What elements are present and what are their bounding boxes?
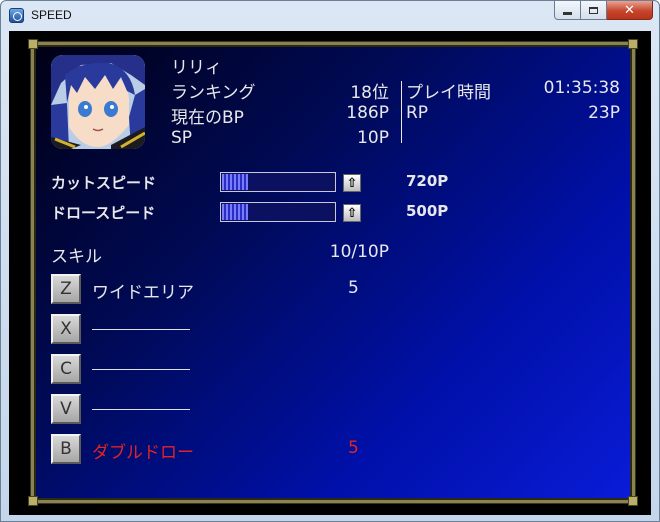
stat-label-draw-speed: ドロースピード [51,204,156,222]
skill-empty-slot-v [92,409,190,410]
skill-key-v[interactable]: V [51,394,81,424]
stat-label-cut-speed: カットスピード [51,174,157,192]
skills-header: スキル [51,247,102,267]
rp-label: RP [406,103,429,123]
ranking-value: 18位 [350,83,389,103]
up-arrow-icon: ⇧ [346,205,358,221]
frame-corner [628,496,638,506]
character-portrait-image [51,55,145,149]
skill-key-z[interactable]: Z [51,274,81,304]
up-arrow-icon: ⇧ [346,175,358,191]
app-icon [9,8,24,23]
game-window: SPEED ✕ リリィ ランキング 18位 現在のBP 186P SP 10P … [0,0,660,522]
caption-buttons: ✕ [554,1,653,21]
skills-capacity: 10/10P [329,242,389,262]
frame-corner [28,496,38,506]
skill-name-b: ダブルドロー [92,443,194,463]
skill-cost-b: 5 [348,438,359,458]
draw-speed-gauge [220,202,336,222]
cut-speed-gauge-fill [222,174,248,190]
status-panel: リリィ ランキング 18位 現在のBP 186P SP 10P プレイ時間 01… [28,39,638,506]
draw-speed-upgrade-button[interactable]: ⇧ [343,204,361,222]
skill-empty-slot-c [92,369,190,370]
bp-label: 現在のBP [171,108,244,128]
sp-value: 10P [357,128,389,148]
cut-speed-gauge [220,172,336,192]
bp-value: 186P [346,103,389,123]
sp-label: SP [171,128,193,148]
skill-key-x[interactable]: X [51,314,81,344]
close-icon: ✕ [624,2,635,18]
character-portrait [51,55,145,149]
skill-empty-slot-x [92,329,190,330]
ranking-label: ランキング [171,83,256,103]
frame-corner [628,39,638,49]
stats-divider [401,81,402,143]
cut-speed-upgrade-button[interactable]: ⇧ [343,174,361,192]
skill-key-b[interactable]: B [51,434,81,464]
playtime-label: プレイ時間 [406,83,491,103]
frame-corner [28,39,38,49]
maximize-button[interactable] [581,1,607,20]
draw-speed-gauge-fill [222,204,248,220]
game-client-area: リリィ ランキング 18位 現在のBP 186P SP 10P プレイ時間 01… [9,31,651,515]
minimize-button[interactable] [554,1,581,20]
character-name: リリィ [171,58,222,78]
minimize-icon [563,11,572,15]
maximize-icon [589,6,598,14]
skill-cost-z: 5 [348,278,359,298]
cut-speed-value: 720P [406,172,449,190]
playtime-value: 01:35:38 [543,78,620,98]
rp-value: 23P [588,103,620,123]
window-title: SPEED [31,8,72,22]
draw-speed-value: 500P [406,202,449,220]
title-bar[interactable]: SPEED ✕ [1,1,659,29]
close-button[interactable]: ✕ [607,1,653,20]
skill-key-c[interactable]: C [51,354,81,384]
skill-name-z: ワイドエリア [92,283,194,303]
